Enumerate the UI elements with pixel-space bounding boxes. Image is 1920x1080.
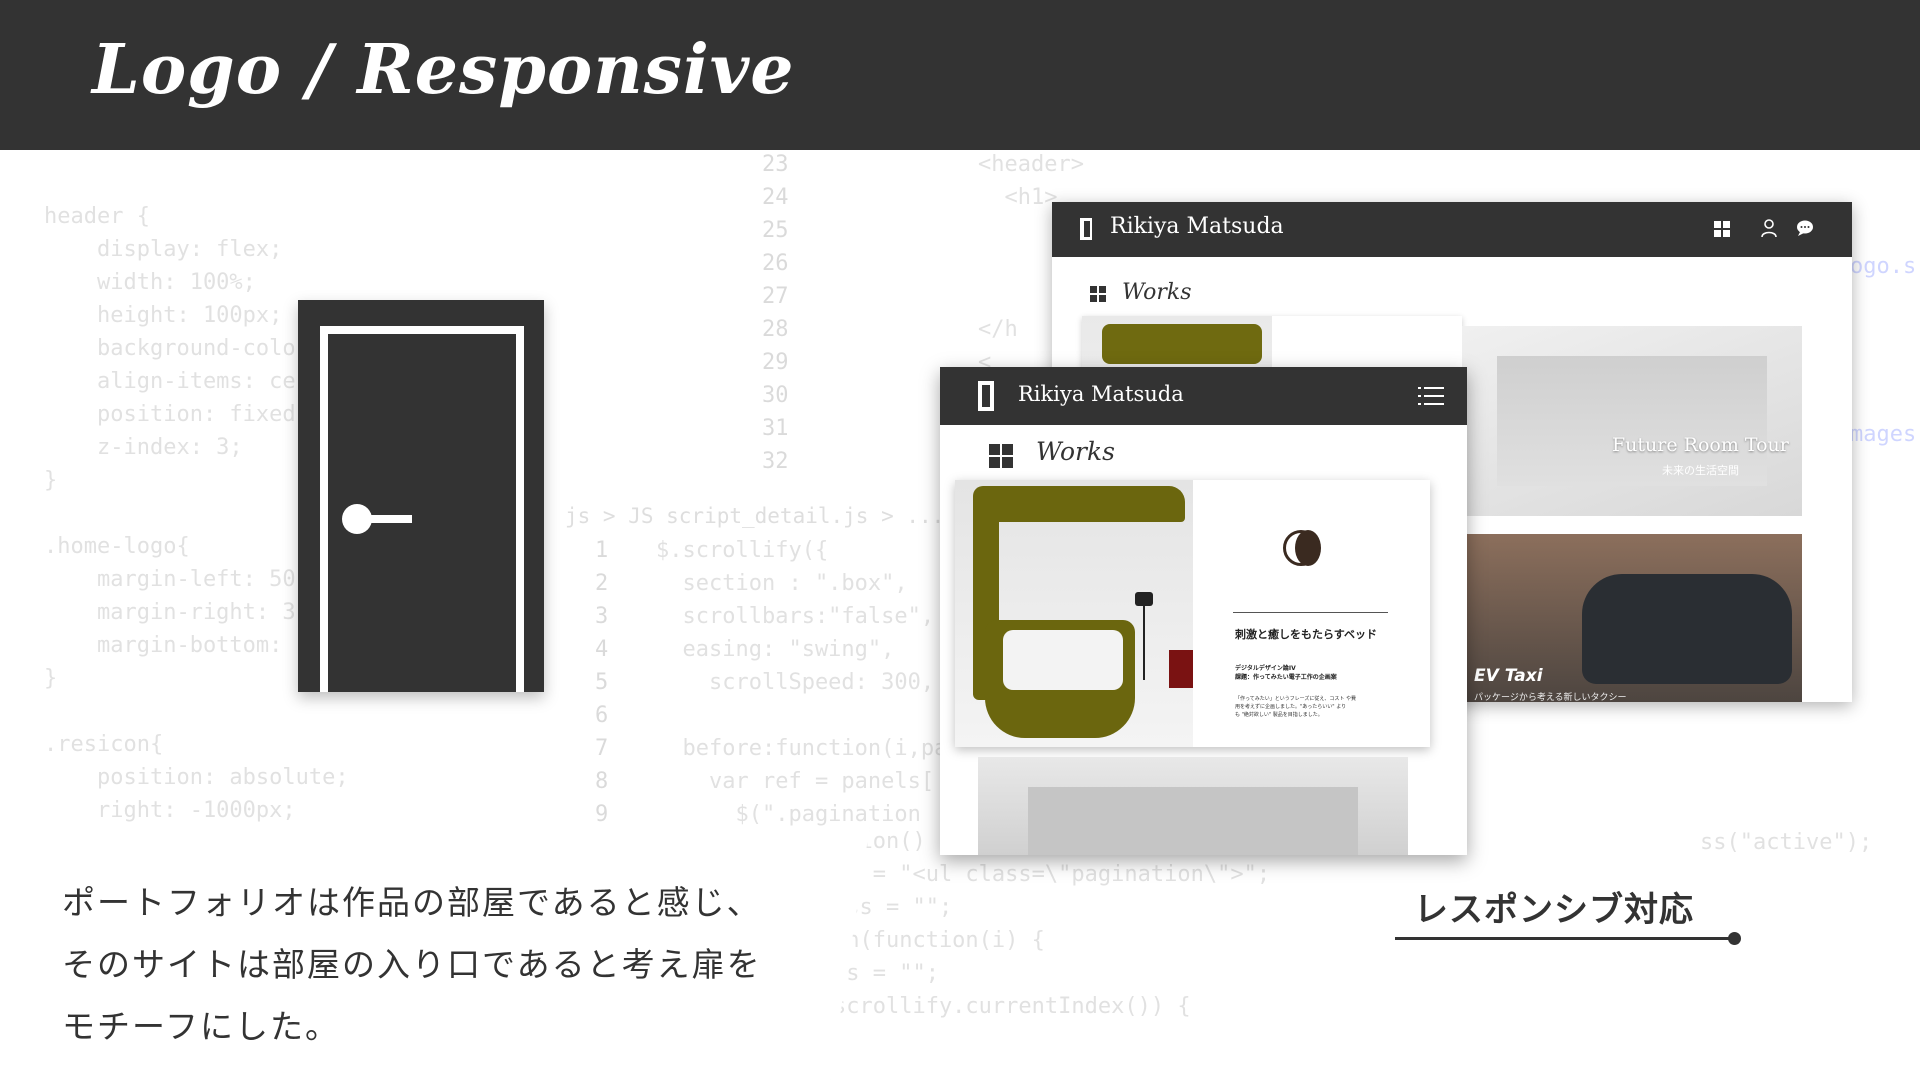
code-js-right: ss("active"); [1700,830,1873,855]
door-icon [1080,218,1092,240]
chat-icon[interactable] [1794,218,1816,240]
desktop-section-title: Works [1122,280,1192,305]
tablet-navbar: Rikiya Matsuda [940,367,1467,425]
header-bar: Logo / Responsive [0,0,1920,150]
card-title: EV Taxi [1474,666,1543,686]
card-subtitle: 未来の生活空間 [1662,464,1739,477]
room-image [1028,787,1358,855]
code-line-numbers-top: 23 24 25 26 27 28 29 30 31 32 [762,152,789,474]
works-grid-icon [1090,286,1106,302]
tablet-section-title: Works [1036,437,1115,466]
card-meta: デジタルデザイン論IV 課題：作ってみたい電子工作の企画案 [1235,665,1337,681]
tablet-brand[interactable]: Rikiya Matsuda [1018,382,1184,406]
card-subtitle: パッケージから考える新しいタクシー [1474,693,1627,702]
card-title: Future Room Tour [1612,434,1789,456]
list-icon[interactable] [1418,385,1444,407]
desktop-work-card-taxi[interactable]: EV Taxi パッケージから考える新しいタクシー [1462,534,1802,702]
quote-panel: ポートフォリオは作品の部屋であると感じ、 そのサイトは部屋の入り口であると考え扉… [0,826,870,1080]
code-js-lower: $.scrollify({ section : ".box", scrollba… [656,538,948,860]
responsive-underline [1395,937,1735,940]
responsive-underline-dot [1728,932,1741,945]
tablet-work-card-room[interactable] [978,757,1408,855]
code-line-numbers-lower: 1 2 3 4 5 6 7 8 9 [595,538,609,827]
sun-moon-icon [1283,530,1321,566]
page-title: Logo / Responsive [92,30,795,110]
responsive-label: レスポンシブ対応 [1414,890,1694,930]
door-handle [360,515,412,523]
card-info: 刺激と癒しをもたらすベッド デジタルデザイン論IV 課題：作ってみたい電子工作の… [1193,480,1430,747]
desktop-brand[interactable]: Rikiya Matsuda [1110,214,1284,239]
code-fragment-right-top2: mages [1850,422,1917,447]
door-icon [298,300,544,692]
divider [1233,612,1388,613]
taxi-image [1582,574,1792,684]
card-description: 「作ってみたい」というフレーズに従え、コスト や費 用を考えずに企画しました。"… [1235,696,1356,718]
tablet-mockup: Rikiya Matsuda Works 刺激と癒しをもたらすベッド デジタルデ… [940,367,1467,855]
desktop-navbar: Rikiya Matsuda [1052,202,1852,257]
code-fragment-right-top: ogo.s [1850,254,1917,279]
card-title: 刺激と癒しをもたらすベッド [1235,628,1378,641]
quote-line: ポートフォリオは作品の部屋であると感じ、 [62,883,762,922]
desktop-work-card-room[interactable]: Future Room Tour 未来の生活空間 [1462,326,1802,516]
quote-line: モチーフにした。 [62,1007,341,1046]
bed-image [955,480,1193,747]
door-icon [978,381,994,411]
tablet-work-card-bed[interactable]: 刺激と癒しをもたらすベッド デジタルデザイン論IV 課題：作ってみたい電子工作の… [955,480,1430,747]
grid-icon[interactable] [1714,221,1730,237]
user-icon[interactable] [1758,218,1780,240]
code-breadcrumb: js > JS script_detail.js > ... [565,504,945,528]
quote-line: そのサイトは部屋の入り口であると考え扉を [62,945,762,984]
works-grid-icon [989,444,1013,468]
